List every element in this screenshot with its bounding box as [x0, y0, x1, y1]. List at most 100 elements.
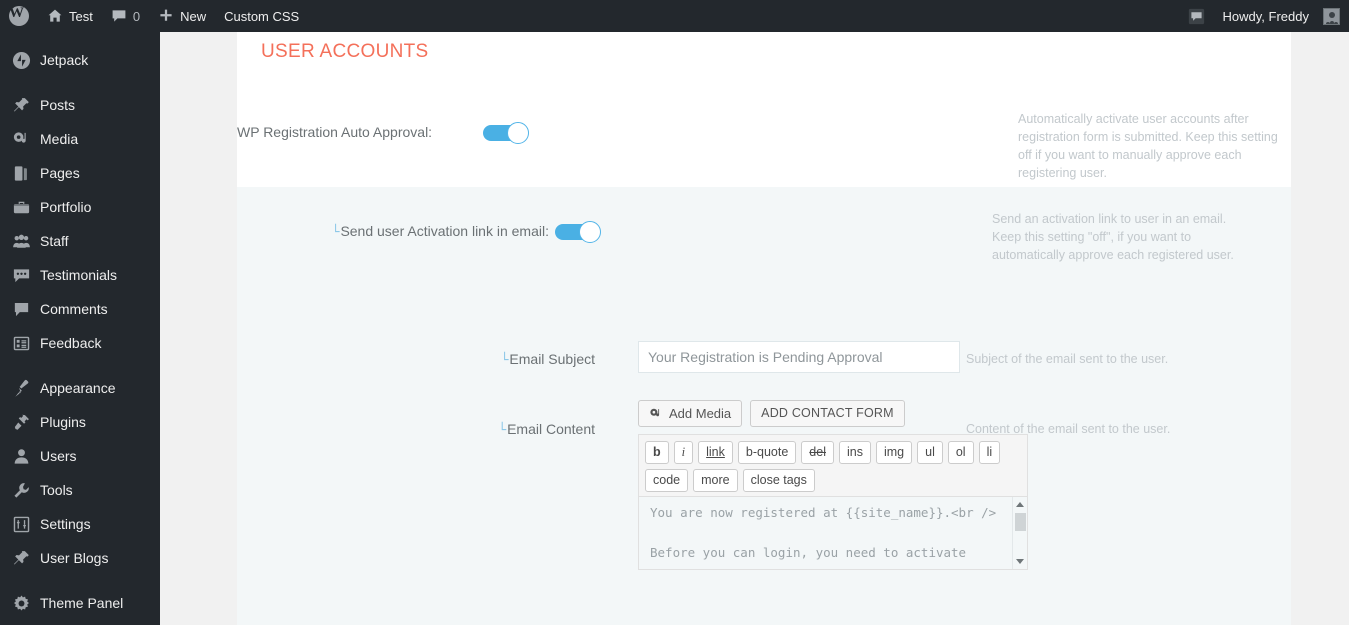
- sidebar-item-comments[interactable]: Comments: [0, 292, 160, 326]
- sidebar-item-theme-panel[interactable]: Theme Panel: [0, 586, 160, 620]
- email-subject-label: Email Subject: [509, 351, 595, 367]
- sidebar-item-settings[interactable]: Settings: [0, 507, 160, 541]
- activation-link-label-wrap: └Send user Activation link in email:: [237, 221, 549, 240]
- menu-separator-3: [0, 575, 160, 586]
- email-subject-description: Subject of the email sent to the user.: [966, 352, 1169, 366]
- menu-separator-2: [0, 360, 160, 371]
- quicktag-ol[interactable]: ol: [947, 441, 974, 464]
- media-icon: [649, 407, 663, 421]
- add-media-label: Add Media: [669, 406, 732, 421]
- email-content-description: Content of the email sent to the user.: [966, 422, 1171, 436]
- quicktag-img[interactable]: img: [875, 441, 913, 464]
- email-subject-input[interactable]: [638, 341, 960, 373]
- sidebar-item-label: Posts: [40, 97, 76, 113]
- site-name-label: Test: [69, 8, 93, 24]
- comment-bubble-icon: [12, 299, 38, 319]
- scroll-down-arrow-icon[interactable]: [1016, 559, 1024, 564]
- sidebar-item-plugins[interactable]: Plugins: [0, 405, 160, 439]
- media-icon: [12, 129, 38, 149]
- wp-logo-menu[interactable]: W: [0, 0, 38, 32]
- scrollbar-thumb[interactable]: [1015, 513, 1026, 531]
- quicktag-link[interactable]: link: [698, 441, 733, 464]
- sidebar-item-label: Users: [40, 448, 77, 464]
- comments-count: 0: [132, 8, 141, 24]
- comments-menu[interactable]: 0: [102, 0, 149, 32]
- sidebar-item-testimonials[interactable]: Testimonials: [0, 258, 160, 292]
- new-content-menu[interactable]: New: [149, 0, 215, 32]
- sidebar-item-staff[interactable]: Staff: [0, 224, 160, 258]
- sidebar-item-label: Appearance: [40, 380, 116, 396]
- quicktag-close-tags[interactable]: close tags: [742, 469, 815, 492]
- sidebar-item-media[interactable]: Media: [0, 122, 160, 156]
- wrench-icon: [12, 480, 38, 500]
- quicktag-b-quote[interactable]: b-quote: [737, 441, 797, 464]
- auto-approval-toggle[interactable]: [483, 122, 529, 144]
- quicktag-ins[interactable]: ins: [838, 441, 871, 464]
- sidebar-item-appearance[interactable]: Appearance: [0, 371, 160, 405]
- user-avatar-icon: [1323, 7, 1340, 25]
- sub-item-marker: └: [498, 423, 507, 438]
- adminbar-right-group: Howdy, Freddy: [1179, 0, 1349, 32]
- email-content-label-wrap: └Email Content: [237, 419, 595, 438]
- comment-bubble-icon: [111, 8, 127, 24]
- sidebar-item-label: Tools: [40, 482, 73, 498]
- sidebar-item-label: Media: [40, 131, 79, 147]
- pin-icon: [12, 95, 38, 115]
- quicktag-code[interactable]: code: [645, 469, 689, 492]
- content-area: USER ACCOUNTS WP Registration Auto Appro…: [160, 32, 1349, 625]
- sidebar-item-portfolio[interactable]: Portfolio: [0, 190, 160, 224]
- menu-separator-1: [0, 77, 160, 88]
- admin-sidebar-menu: Jetpack Posts Media Pages Portfolio Staf…: [0, 32, 160, 625]
- home-icon: [47, 8, 63, 24]
- quicktag-del[interactable]: del: [801, 441, 834, 464]
- new-content-label: New: [180, 8, 207, 24]
- sidebar-item-label: Staff: [40, 233, 69, 249]
- row-email-content: └Email Content Add Media ADD CONTACT FOR…: [237, 400, 1291, 570]
- testimonial-quote-icon: [12, 265, 38, 285]
- quicktag-b[interactable]: b: [645, 441, 669, 464]
- activation-link-description: Send an activation link to user in an em…: [992, 212, 1234, 262]
- howdy-label: Howdy, Freddy: [1222, 8, 1309, 24]
- admin-bar: W Test 0 New Custom CSS Howdy, Freddy: [0, 0, 1349, 32]
- feedback-form-icon: [12, 333, 38, 353]
- sidebar-item-pages[interactable]: Pages: [0, 156, 160, 190]
- jetpack-icon: [12, 50, 38, 70]
- scroll-up-arrow-icon[interactable]: [1016, 502, 1024, 507]
- activation-link-label: Send user Activation link in email:: [340, 223, 549, 239]
- add-contact-form-button[interactable]: ADD CONTACT FORM: [750, 400, 905, 427]
- sidebar-item-label: Settings: [40, 516, 91, 532]
- notifications-menu[interactable]: [1179, 0, 1214, 32]
- sidebar-item-users[interactable]: Users: [0, 439, 160, 473]
- custom-css-menu[interactable]: Custom CSS: [215, 0, 308, 32]
- add-media-button[interactable]: Add Media: [638, 400, 743, 427]
- email-subject-input-wrap: [638, 341, 960, 373]
- sidebar-item-tools[interactable]: Tools: [0, 473, 160, 507]
- quicktags-toolbar: b i link b-quote del ins img ul ol li co…: [638, 434, 1028, 496]
- my-account-menu[interactable]: Howdy, Freddy: [1214, 0, 1349, 32]
- notification-bubble-icon: [1188, 8, 1205, 25]
- quicktag-more[interactable]: more: [693, 469, 738, 492]
- sidebar-item-jetpack[interactable]: Jetpack: [0, 43, 160, 77]
- site-name-menu[interactable]: Test: [38, 0, 102, 32]
- editor-scrollbar[interactable]: [1012, 497, 1027, 569]
- email-content-textarea-wrap[interactable]: You are now registered at {{site_name}}.…: [638, 496, 1028, 570]
- sidebar-item-posts[interactable]: Posts: [0, 88, 160, 122]
- row-auto-approval: WP Registration Auto Approval: Automatic…: [237, 112, 1291, 180]
- sidebar-item-label: Portfolio: [40, 199, 92, 215]
- settings-panel: USER ACCOUNTS WP Registration Auto Appro…: [237, 32, 1291, 625]
- gear-icon: [12, 593, 38, 613]
- sidebar-item-feedback[interactable]: Feedback: [0, 326, 160, 360]
- activation-link-toggle-wrap: [555, 221, 601, 248]
- email-content-textarea[interactable]: You are now registered at {{site_name}}.…: [639, 497, 1027, 563]
- sub-item-marker: └: [500, 353, 509, 368]
- quicktag-li[interactable]: li: [978, 441, 1001, 464]
- menu-top-spacer: [0, 32, 160, 43]
- quicktag-i[interactable]: i: [673, 441, 694, 464]
- staff-group-icon: [12, 231, 38, 251]
- sidebar-item-user-blogs[interactable]: User Blogs: [0, 541, 160, 575]
- sidebar-item-label: Pages: [40, 165, 80, 181]
- email-content-label: Email Content: [507, 421, 595, 437]
- activation-link-toggle[interactable]: [555, 221, 601, 243]
- quicktag-ul[interactable]: ul: [917, 441, 943, 464]
- portfolio-icon: [12, 197, 38, 217]
